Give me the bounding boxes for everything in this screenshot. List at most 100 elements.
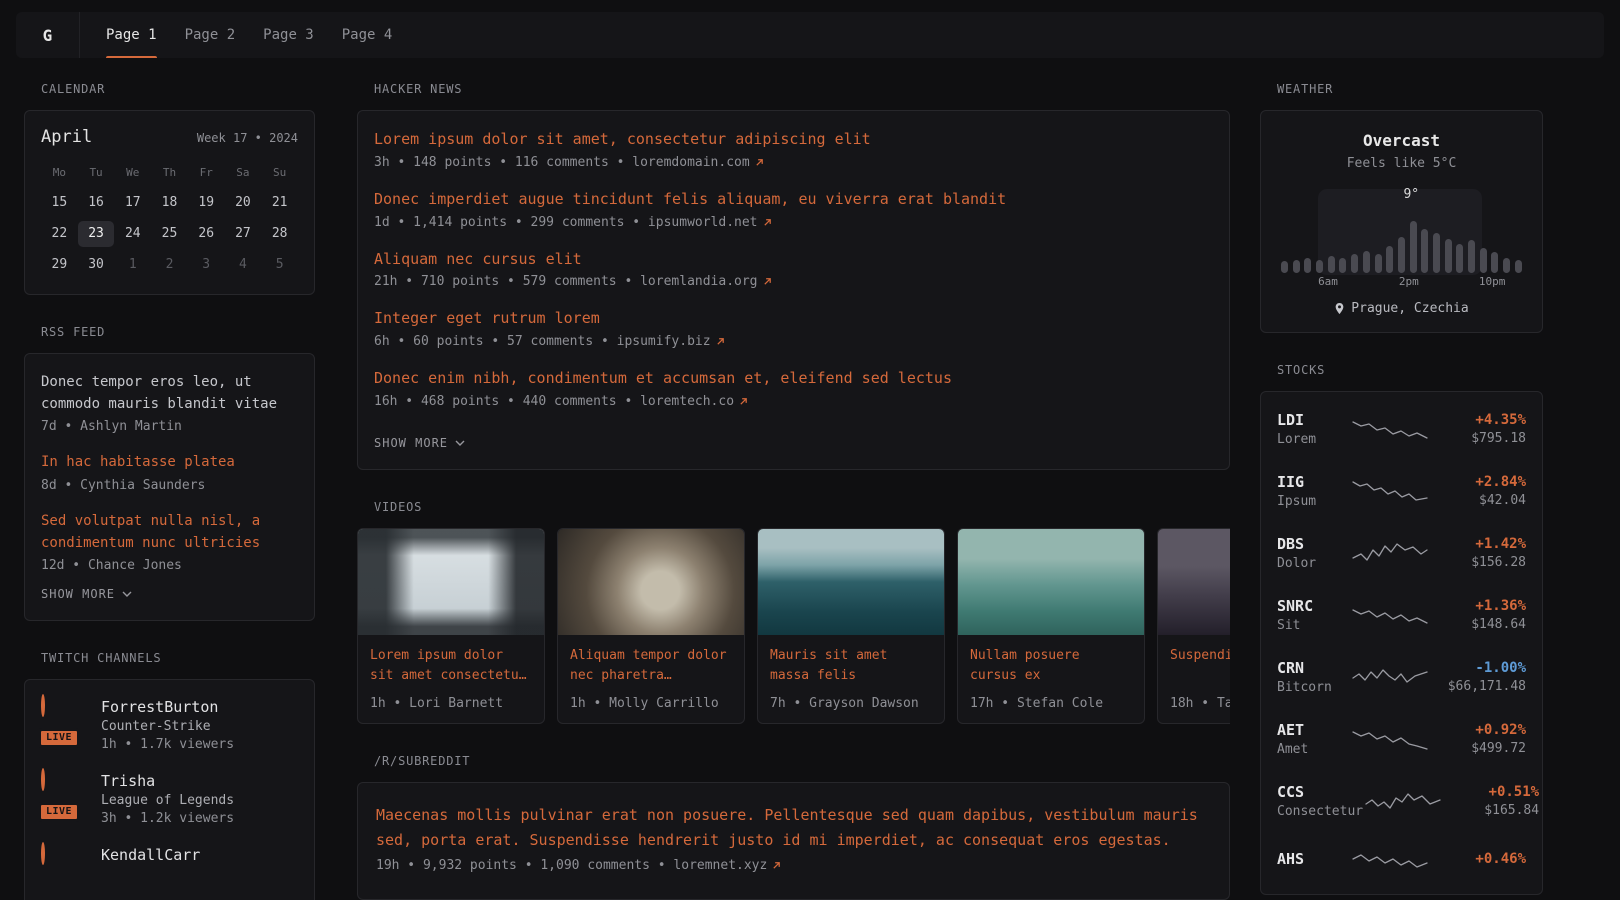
hn-item-link[interactable]: Integer eget rutrum lorem — [374, 308, 1213, 330]
tab-page-2[interactable]: Page 2 — [185, 12, 236, 58]
hackernews-section: HACKER NEWS Lorem ipsum dolor sit amet, … — [357, 82, 1230, 470]
video-meta: 1h • Molly Carrillo — [570, 696, 732, 711]
stock-sparkline — [1350, 414, 1430, 444]
tab-page-3[interactable]: Page 3 — [263, 12, 314, 58]
twitch-channel-info: ForrestBurton Counter-Strike 1h • 1.7k v… — [101, 696, 234, 752]
video-card[interactable]: Mauris sit amet massa felis 7h • Grayson… — [757, 528, 945, 724]
stock-name: Dolor — [1277, 556, 1350, 571]
map-pin-icon — [1334, 302, 1345, 315]
tab-page-1[interactable]: Page 1 — [106, 12, 157, 58]
weather-chart: 9° 6am 2pm 10pm — [1279, 187, 1524, 289]
twitch-channel-row[interactable]: LIVE Trisha League of Legends 3h • 1.2k … — [41, 770, 298, 826]
calendar-day: 16 — [78, 190, 115, 216]
stock-name: Sit — [1277, 618, 1350, 633]
hn-item-link[interactable]: Donec enim nibh, condimentum et accumsan… — [374, 368, 1213, 390]
hn-item: Donec imperdiet augue tincidunt felis al… — [374, 189, 1213, 230]
rss-item-meta-text: 8d • Cynthia Saunders — [41, 478, 205, 493]
stock-row[interactable]: LDI Lorem +4.35% $795.18 — [1277, 398, 1526, 460]
hn-item-meta-text: 16h • 468 points • 440 comments • loremt… — [374, 394, 734, 409]
video-meta: 18h • Tara — [1170, 696, 1230, 711]
stock-row[interactable]: CRN Bitcorn -1.00% $66,171.48 — [1277, 646, 1526, 708]
rss-item-link[interactable]: Sed volutpat nulla nisl, a condimentum n… — [41, 511, 298, 554]
reddit-post-meta: 19h • 9,932 points • 1,090 comments • lo… — [376, 858, 1211, 873]
stock-sparkline — [1350, 845, 1430, 875]
hn-item: Integer eget rutrum lorem 6h • 60 points… — [374, 308, 1213, 349]
calendar-day: 18 — [151, 190, 188, 216]
stock-info: CRN Bitcorn — [1277, 659, 1350, 695]
twitch-channel-info: KendallCarr — [101, 844, 200, 890]
weather-section-title: WEATHER — [1277, 82, 1543, 96]
hn-item-meta: 21h • 710 points • 579 comments • loreml… — [374, 274, 1213, 289]
stock-row[interactable]: SNRC Sit +1.36% $148.64 — [1277, 584, 1526, 646]
twitch-avatar-wrap: LIVE — [41, 770, 87, 816]
weather-bar — [1398, 237, 1405, 273]
day-header: Sa — [225, 161, 262, 185]
app-logo[interactable]: G — [16, 12, 80, 58]
subreddit-widget: Maecenas mollis pulvinar erat non posuer… — [357, 782, 1230, 900]
hn-item: Aliquam nec cursus elit 21h • 710 points… — [374, 249, 1213, 290]
stock-name: Lorem — [1277, 432, 1350, 447]
hour-label: 6am — [1318, 275, 1338, 288]
stock-name: Consectetur — [1277, 804, 1363, 819]
twitch-channel-row[interactable]: KendallCarr — [41, 844, 298, 890]
video-card[interactable]: Nullam posuere cursus ex 17h • Stefan Co… — [957, 528, 1145, 724]
weather-bars — [1281, 215, 1522, 273]
calendar-day: 26 — [188, 221, 225, 247]
weather-location-text: Prague, Czechia — [1351, 301, 1468, 316]
calendar-day: 25 — [151, 221, 188, 247]
calendar-section-title: CALENDAR — [41, 82, 315, 96]
stock-values: +0.51% $165.84 — [1443, 784, 1539, 818]
video-card[interactable]: Aliquam tempor dolor nec pharetra… 1h • … — [557, 528, 745, 724]
stock-ticker: DBS — [1277, 535, 1350, 553]
twitch-avatar-wrap: LIVE — [41, 696, 87, 742]
hour-label: 10pm — [1479, 275, 1506, 288]
video-info: Nullam posuere cursus ex 17h • Stefan Co… — [958, 635, 1144, 723]
calendar-section: CALENDAR April Week 17 • 2024 Mo Tu We T… — [24, 82, 315, 295]
stock-row[interactable]: AHS +0.46% — [1277, 832, 1526, 888]
video-card[interactable]: Suspendisse diam 18h • Tara — [1157, 528, 1230, 724]
rss-item: Donec tempor eros leo, ut commodo mauris… — [41, 372, 298, 434]
hn-item-meta: 3h • 148 points • 116 comments • loremdo… — [374, 155, 1213, 170]
twitch-section: TWITCH CHANNELS LIVE ForrestBurton Count… — [24, 651, 315, 900]
video-info: Mauris sit amet massa felis 7h • Grayson… — [758, 635, 944, 723]
stock-info: SNRC Sit — [1277, 597, 1350, 633]
weather-bar — [1281, 261, 1288, 273]
external-link-icon — [755, 158, 764, 167]
rss-item-link[interactable]: Donec tempor eros leo, ut commodo mauris… — [41, 372, 298, 415]
weather-bar — [1304, 258, 1311, 273]
stock-name: Amet — [1277, 742, 1350, 757]
hn-show-more-button[interactable]: SHOW MORE — [374, 436, 465, 450]
page-tabs: Page 1 Page 2 Page 3 Page 4 — [106, 12, 392, 58]
weather-bar — [1480, 248, 1487, 273]
video-card[interactable]: Lorem ipsum dolor sit amet consectetu… 1… — [357, 528, 545, 724]
weather-section: WEATHER Overcast Feels like 5°C 9° 6am 2… — [1260, 82, 1543, 333]
stock-row[interactable]: IIG Ipsum +2.84% $42.04 — [1277, 460, 1526, 522]
stocks-section: STOCKS LDI Lorem +4.35% $795.18 — [1260, 363, 1543, 895]
hn-item-link[interactable]: Aliquam nec cursus elit — [374, 249, 1213, 271]
calendar-day: 17 — [114, 190, 151, 216]
weather-bar — [1351, 254, 1358, 273]
stock-price: $42.04 — [1430, 493, 1526, 508]
calendar-day-next-month: 4 — [225, 252, 262, 278]
video-info: Lorem ipsum dolor sit amet consectetu… 1… — [358, 635, 544, 723]
stock-row[interactable]: CCS Consectetur +0.51% $165.84 — [1277, 770, 1526, 832]
stock-change: +1.36% — [1430, 598, 1526, 614]
video-title: Mauris sit amet massa felis — [770, 646, 932, 686]
top-bar: G Page 1 Page 2 Page 3 Page 4 — [16, 12, 1604, 58]
rss-item-meta: 12d • Chance Jones — [41, 558, 298, 573]
weather-bar — [1339, 258, 1346, 273]
rss-show-more-button[interactable]: SHOW MORE — [41, 587, 132, 601]
stock-row[interactable]: AET Amet +0.92% $499.72 — [1277, 708, 1526, 770]
hn-item-link[interactable]: Lorem ipsum dolor sit amet, consectetur … — [374, 129, 1213, 151]
stock-row[interactable]: DBS Dolor +1.42% $156.28 — [1277, 522, 1526, 584]
weather-bar — [1421, 229, 1428, 273]
hn-item: Lorem ipsum dolor sit amet, consectetur … — [374, 129, 1213, 170]
hour-label: 2pm — [1399, 275, 1419, 288]
rss-item-link[interactable]: In hac habitasse platea — [41, 452, 298, 474]
tab-page-4[interactable]: Page 4 — [342, 12, 393, 58]
hn-item-link[interactable]: Donec imperdiet augue tincidunt felis al… — [374, 189, 1213, 211]
twitch-channel-row[interactable]: LIVE ForrestBurton Counter-Strike 1h • 1… — [41, 696, 298, 752]
twitch-channel-meta: 3h • 1.2k viewers — [101, 811, 234, 826]
reddit-post-link[interactable]: Maecenas mollis pulvinar erat non posuer… — [376, 803, 1211, 854]
calendar-day-next-month: 1 — [114, 252, 151, 278]
